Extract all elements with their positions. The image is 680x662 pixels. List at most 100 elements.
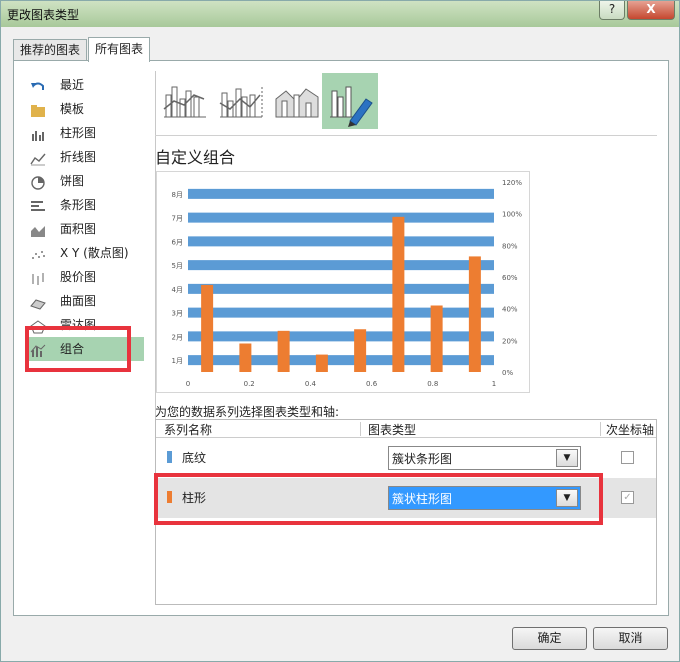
column-mark — [239, 343, 252, 372]
y-tick-label: 4月 — [172, 286, 183, 294]
tab-recommended-charts[interactable]: 推荐的图表 — [13, 39, 88, 61]
area-chart-icon — [30, 222, 46, 237]
sidebar-item-label: 饼图 — [60, 174, 85, 188]
sidebar-item[interactable]: 面积图 — [26, 217, 144, 241]
y-tick-label: 5月 — [172, 262, 183, 270]
sidebar-item[interactable]: 折线图 — [26, 145, 144, 169]
clustered-column-line-icon[interactable] — [156, 73, 212, 129]
y-tick-label: 8月 — [172, 191, 183, 199]
series-caption: 为您的数据系列选择图表类型和轴: — [155, 405, 340, 419]
column-mark — [315, 354, 328, 372]
annotation-highlight-row — [154, 473, 603, 525]
chart-type-value: 簇状条形图 — [392, 452, 453, 466]
clustered-column-line-secondary-icon[interactable] — [212, 73, 268, 129]
y2-tick-label: 100% — [502, 211, 522, 219]
scatter-chart-icon — [30, 246, 46, 260]
chevron-down-icon[interactable]: ▼ — [556, 449, 578, 467]
custom-combination-icon[interactable] — [322, 73, 378, 129]
bar-mark — [188, 307, 494, 318]
combo-chart: 1月 2月 3月 4月 5月 6月 7月 8月 0 0.2 0.4 0.6 0.8 1 0% 20% 40% 60… — [172, 179, 523, 388]
chart-type-select[interactable]: 簇状条形图 ▼ — [388, 446, 581, 470]
y-tick-label: 3月 — [172, 310, 183, 318]
x-tick-label: 0.2 — [244, 380, 255, 388]
chart-preview: 1月 2月 3月 4月 5月 6月 7月 8月 0 0.2 0.4 0.6 0.8 1 0% 20% 40% 60… — [156, 171, 530, 393]
bar-mark — [188, 355, 494, 366]
sidebar-item-label: X Y (散点图) — [60, 246, 129, 260]
stock-chart-icon — [30, 270, 46, 285]
x-tick-label: 0 — [186, 380, 190, 388]
y2-tick-label: 60% — [502, 274, 518, 282]
y-tick-label: 6月 — [172, 238, 183, 246]
bar-mark — [188, 283, 494, 294]
annotation-highlight-combo — [25, 326, 131, 372]
table-row: 底纹 簇状条形图 ▼ — [156, 438, 656, 478]
column-mark — [201, 284, 214, 372]
header-series-name: 系列名称 — [164, 423, 213, 437]
bar-mark — [188, 188, 494, 199]
bar-chart-icon — [30, 198, 46, 212]
sidebar-item[interactable]: 柱形图 — [26, 121, 144, 145]
y2-tick-label: 0% — [502, 369, 513, 377]
series-color-swatch — [167, 451, 172, 463]
x-tick-label: 0.4 — [305, 380, 317, 388]
stacked-area-column-icon[interactable] — [268, 73, 324, 129]
y2-tick-label: 20% — [502, 337, 518, 345]
header-divider — [360, 422, 361, 436]
chart-category-list: 最近 模板 柱形图 折线图 饼图 条形图 面积图 X Y (散点图) 股价图 曲面图 雷达图 组合 — [26, 73, 144, 361]
sidebar-item-label: 模板 — [60, 102, 85, 116]
x-tick-label: 0.6 — [366, 380, 378, 388]
close-button[interactable]: X — [627, 1, 675, 20]
sidebar-item-label: 柱形图 — [60, 126, 97, 140]
folder-icon — [30, 102, 46, 117]
y2-tick-label: 120% — [502, 179, 522, 187]
y-tick-label: 7月 — [172, 215, 183, 223]
ok-button[interactable]: 确定 — [512, 627, 587, 650]
table-header: 系列名称 图表类型 次坐标轴 — [156, 420, 656, 438]
column-chart-icon — [30, 126, 46, 141]
change-chart-type-dialog: 更改图表类型 ? X 推荐的图表 所有图表 最近模板柱形图折线图饼图条形图面积图… — [0, 0, 680, 662]
y2-tick-label: 40% — [502, 306, 518, 314]
sidebar-item-label: 曲面图 — [60, 294, 97, 308]
series-name: 底纹 — [182, 451, 207, 465]
column-mark — [468, 256, 481, 372]
help-button[interactable]: ? — [599, 1, 625, 20]
dialog-title: 更改图表类型 — [7, 8, 80, 22]
column-mark — [430, 305, 443, 372]
column-mark — [354, 329, 367, 372]
y-tick-label: 1月 — [172, 357, 183, 365]
header-divider — [600, 422, 601, 436]
x-tick-label: 1 — [492, 380, 496, 388]
title-bar: 更改图表类型 ? X — [1, 1, 679, 27]
sidebar-item-label: 折线图 — [60, 150, 97, 164]
tab-all-charts[interactable]: 所有图表 — [88, 37, 151, 62]
sidebar-item-label: 股价图 — [60, 270, 97, 284]
header-chart-type: 图表类型 — [368, 423, 417, 437]
cancel-button[interactable]: 取消 — [593, 627, 668, 650]
bar-mark — [188, 331, 494, 342]
bar-mark — [188, 236, 494, 247]
section-title: 自定义组合 — [155, 148, 236, 167]
x-tick-label: 0.8 — [427, 380, 438, 388]
sidebar-item[interactable]: X Y (散点图) — [26, 241, 144, 265]
sidebar-item[interactable]: 模板 — [26, 97, 144, 121]
pie-chart-icon — [30, 174, 46, 190]
sidebar-item[interactable]: 条形图 — [26, 193, 144, 217]
sidebar-item[interactable]: 曲面图 — [26, 289, 144, 313]
column-mark — [277, 330, 290, 372]
bar-mark — [188, 212, 494, 223]
sidebar-item[interactable]: 饼图 — [26, 169, 144, 193]
header-secondary-axis: 次坐标轴 — [606, 423, 655, 437]
sidebar-item[interactable]: 股价图 — [26, 265, 144, 289]
column-mark — [392, 216, 405, 372]
secondary-axis-checkbox[interactable]: ✓ — [621, 491, 634, 504]
sidebar-item-label: 面积图 — [60, 222, 97, 236]
line-chart-icon — [30, 150, 46, 166]
undo-icon — [30, 78, 46, 92]
sidebar-item-label: 最近 — [60, 78, 85, 92]
sidebar-item[interactable]: 最近 — [26, 73, 144, 97]
y2-tick-label: 80% — [502, 242, 518, 250]
gallery-divider — [155, 135, 657, 136]
secondary-axis-checkbox[interactable] — [621, 451, 634, 464]
surface-chart-icon — [30, 294, 46, 310]
y-tick-label: 2月 — [172, 333, 183, 341]
